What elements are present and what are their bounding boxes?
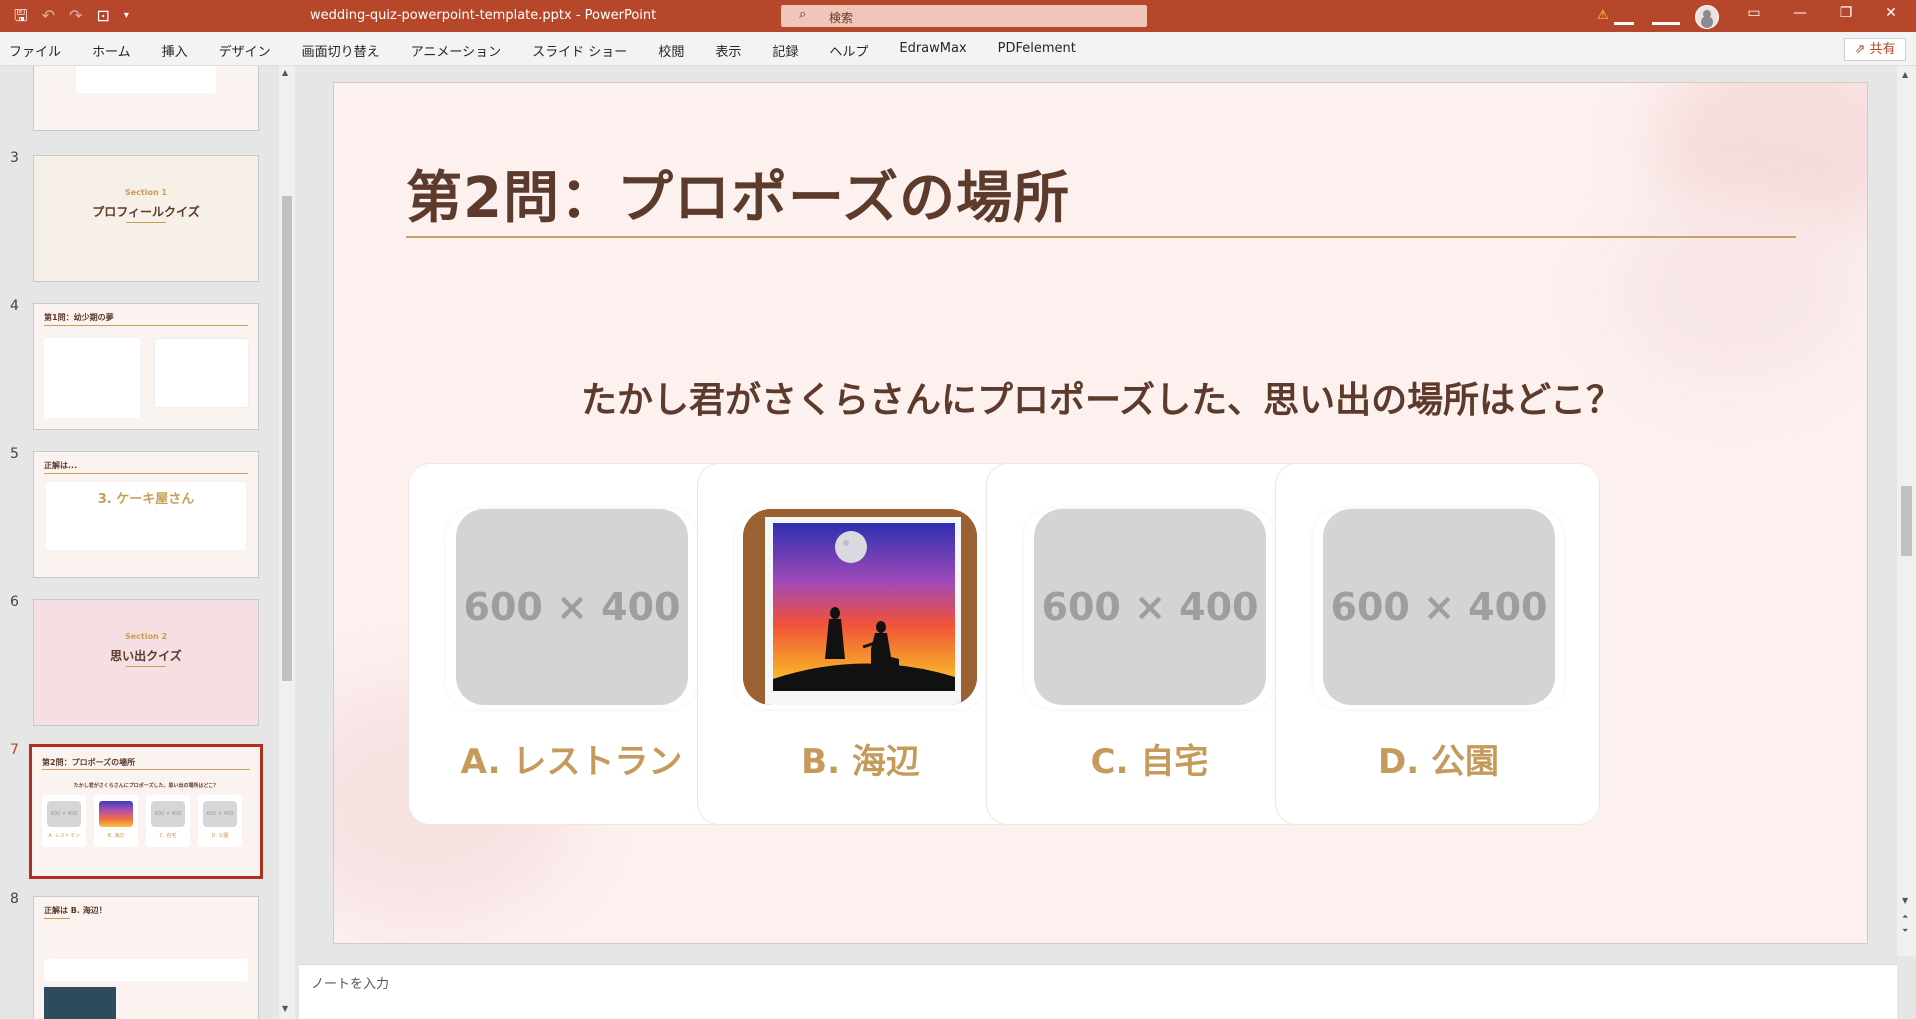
tab-record[interactable]: 記録: [763, 41, 798, 60]
present-icon[interactable]: ⊡: [96, 6, 109, 26]
scroll-thumb[interactable]: [282, 196, 292, 681]
slide-thumbnail-3[interactable]: Section 1 プロフィールクイズ: [33, 155, 259, 282]
sunset-proposal-painting[interactable]: [743, 509, 977, 705]
answer-label[interactable]: B. 海辺: [698, 734, 1023, 783]
tab-animations[interactable]: アニメーション: [402, 41, 501, 60]
title-underline: [406, 236, 1796, 238]
undo-icon[interactable]: ↶: [42, 6, 55, 26]
editor-scrollbar[interactable]: ▲ ▼ ⏶ ⏷: [1897, 66, 1916, 956]
scroll-down-icon[interactable]: ▼: [1902, 896, 1908, 905]
image-placeholder[interactable]: 600 × 400: [1323, 509, 1555, 705]
answer-card-d[interactable]: 600 × 400 D. 公園: [1275, 463, 1600, 825]
document-title: wedding-quiz-powerpoint-template.pptx - …: [310, 8, 657, 23]
scroll-down-icon[interactable]: ▼: [282, 1004, 288, 1013]
thumbnail-photo: [44, 987, 116, 1019]
scroll-thumb[interactable]: [1901, 486, 1912, 556]
ribbon-tabs: ファイル ホーム 挿入 デザイン 画面切り替え アニメーション スライド ショー…: [0, 41, 1098, 60]
answer-label[interactable]: A. レストラン: [409, 734, 734, 783]
title-bar: 🖫 ↶ ↷ ⊡ ▾ wedding-quiz-powerpoint-templa…: [0, 0, 1916, 32]
tab-pdfelement[interactable]: PDFelement: [989, 41, 1076, 60]
minimize-icon[interactable]: —: [1790, 5, 1810, 21]
share-button[interactable]: ⇗ 共有: [1844, 38, 1906, 61]
answer-card-b[interactable]: B. 海辺: [697, 463, 1022, 825]
share-icon: ⇗: [1854, 42, 1866, 57]
answer-label[interactable]: C. 自宅: [987, 734, 1312, 783]
thumbnail-scrollbar[interactable]: ▲ ▼: [279, 66, 295, 1019]
slide-thumbnail-8[interactable]: 正解は B. 海辺！: [33, 896, 259, 1019]
answer-card-c[interactable]: 600 × 400 C. 自宅: [986, 463, 1311, 825]
slide-thumbnail-7[interactable]: 第2問：プロポーズの場所 たかし君がさくらさんにプロポーズした、思い出の場所はど…: [29, 744, 263, 879]
save-icon[interactable]: 🖫: [14, 6, 28, 26]
ribbon: ファイル ホーム 挿入 デザイン 画面切り替え アニメーション スライド ショー…: [0, 32, 1916, 66]
tab-transitions[interactable]: 画面切り替え: [293, 41, 380, 60]
image-placeholder[interactable]: 600 × 400: [456, 509, 688, 705]
slide-thumbnail-2[interactable]: [33, 66, 259, 131]
close-icon[interactable]: ✕: [1881, 5, 1901, 21]
question-text[interactable]: たかし君がさくらさんにプロポーズした、思い出の場所はどこ？: [334, 371, 1867, 423]
notes-pane[interactable]: ノートを入力: [299, 964, 1897, 1019]
slide-thumbnail-4[interactable]: 第1問：幼少期の夢: [33, 303, 259, 430]
slide-thumbnail-pane[interactable]: 3 Section 1 プロフィールクイズ 4 第1問：幼少期の夢 5 正解は.…: [0, 66, 284, 1019]
previous-slide-icon[interactable]: ⏶: [1902, 912, 1908, 922]
slide-thumbnail-6[interactable]: Section 2 思い出クイズ: [33, 599, 259, 726]
tab-help[interactable]: ヘルプ: [820, 41, 868, 60]
tab-insert[interactable]: 挿入: [153, 41, 188, 60]
tab-file[interactable]: ファイル: [0, 41, 61, 60]
tab-slideshow[interactable]: スライド ショー: [523, 41, 627, 60]
image-placeholder[interactable]: 600 × 400: [1034, 509, 1266, 705]
proposal-image: [743, 509, 977, 705]
slide-title[interactable]: 第2問：プロポーズの場所: [406, 153, 1070, 234]
scroll-up-icon[interactable]: ▲: [1902, 70, 1908, 79]
search-input[interactable]: ⌕ 検索: [781, 5, 1147, 27]
search-icon: ⌕: [799, 7, 807, 22]
answer-card-a[interactable]: 600 × 400 A. レストラン: [408, 463, 733, 825]
ribbon-display-icon[interactable]: ▭: [1744, 5, 1764, 21]
customize-qat-icon[interactable]: ▾: [124, 6, 129, 26]
slide-thumbnail-5[interactable]: 正解は... 3. ケーキ屋さん: [33, 451, 259, 578]
current-slide[interactable]: 第2問：プロポーズの場所 たかし君がさくらさんにプロポーズした、思い出の場所はど…: [333, 82, 1868, 944]
avatar[interactable]: [1695, 5, 1719, 29]
warning-icon[interactable]: ⚠: [1597, 8, 1613, 23]
tab-view[interactable]: 表示: [706, 41, 741, 60]
scroll-up-icon[interactable]: ▲: [282, 68, 288, 77]
next-slide-icon[interactable]: ⏷: [1902, 926, 1908, 936]
slide-editor: 第2問：プロポーズの場所 たかし君がさくらさんにプロポーズした、思い出の場所はど…: [299, 66, 1899, 956]
notes-placeholder: ノートを入力: [311, 977, 390, 992]
tab-edrawmax[interactable]: EdrawMax: [890, 41, 966, 60]
answer-label[interactable]: D. 公園: [1276, 734, 1601, 783]
restore-icon[interactable]: ❐: [1836, 5, 1856, 21]
redo-icon[interactable]: ↷: [69, 6, 82, 26]
tab-home[interactable]: ホーム: [83, 41, 131, 60]
tab-design[interactable]: デザイン: [210, 41, 271, 60]
tab-review[interactable]: 校閲: [649, 41, 684, 60]
quick-access-toolbar: 🖫 ↶ ↷ ⊡ ▾: [14, 6, 129, 26]
